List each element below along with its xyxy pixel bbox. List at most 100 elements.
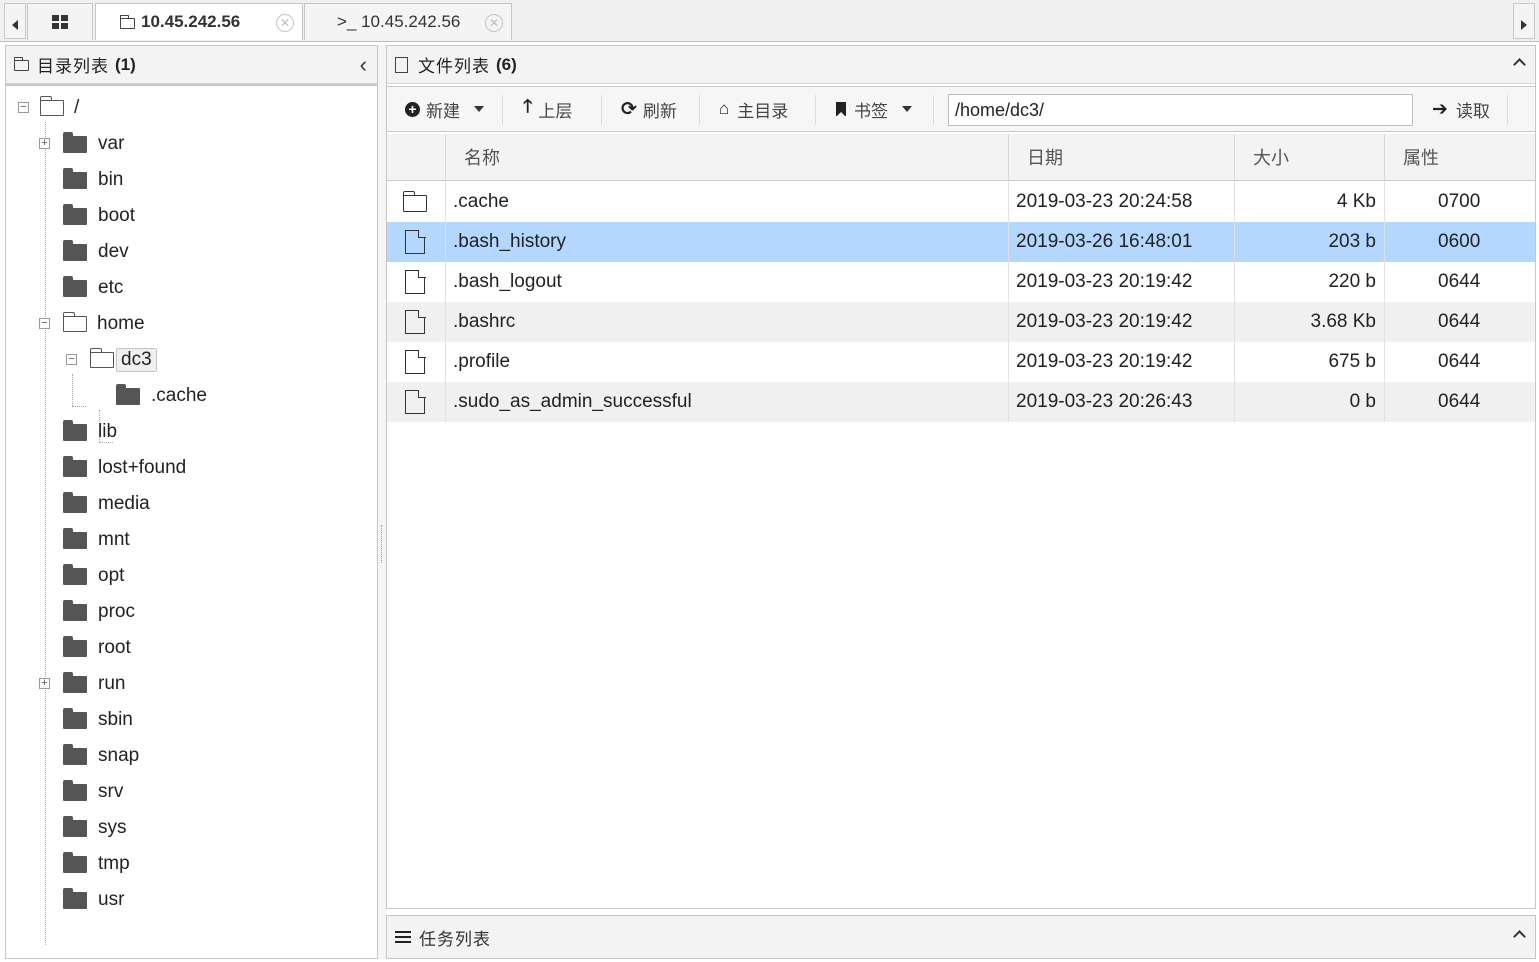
list-icon [395,930,411,944]
refresh-button[interactable]: ⟳ 刷新 [611,87,687,131]
tree-item-dc3[interactable]: − dc3 [66,346,157,374]
file-attr: 0644 [1384,302,1535,342]
file-icon [405,309,426,334]
tab-scroll-left-button[interactable] [4,3,26,39]
tree-item-label: srv [98,781,124,802]
file-attr: 0644 [1384,262,1535,302]
bookmark-icon [836,102,846,117]
new-button[interactable]: + 新建 [395,87,494,131]
expand-icon[interactable]: + [39,138,50,149]
tree-item-media[interactable]: media [63,490,150,518]
folder-icon [63,275,87,297]
tree-item-label: lib [98,421,118,442]
file-name: .bashrc [445,302,1008,342]
tab-scroll-right-button[interactable] [1513,3,1535,39]
home-button[interactable]: ⌂ 主目录 [709,87,798,131]
folder-icon [63,203,87,225]
refresh-icon: ⟳ [621,98,637,120]
file-attr: 0700 [1384,182,1535,222]
tree-item-var[interactable]: + var [39,130,124,158]
collapse-up-icon[interactable] [1513,56,1526,71]
tree-item-label: mnt [98,529,130,550]
file-date: 2019-03-23 20:19:42 [1008,262,1234,302]
tree-item-etc[interactable]: etc [63,274,123,302]
tree-item-proc[interactable]: proc [63,598,135,626]
tab-label: 10.45.242.56 [141,12,241,31]
table-row[interactable]: .profile 2019-03-23 20:19:42 675 b 0644 [387,342,1535,382]
expand-up-icon[interactable] [1513,928,1526,943]
folder-icon [116,383,140,405]
tree-item-sbin[interactable]: sbin [63,706,133,734]
expand-icon[interactable]: + [39,678,50,689]
up-button[interactable]: 🡑 上层 [513,87,582,131]
tree-item-root[interactable]: − / [18,94,79,122]
plus-circle-icon: + [405,101,420,117]
file-size: 4 Kb [1234,182,1384,222]
close-tab-icon[interactable]: ✕ [276,14,294,32]
tree-item-dev[interactable]: dev [63,238,129,266]
column-header-name[interactable]: 名称 [445,134,1008,180]
directory-panel: 目录列表 (1) ‹ − / + var bin boot dev etc − … [5,45,378,959]
file-size: 203 b [1234,222,1384,262]
bookmark-button[interactable]: 书签 [826,87,922,131]
arrow-right-icon: ➔ [1432,98,1448,120]
tree-item-run[interactable]: + run [39,670,125,698]
file-name: .bash_logout [445,262,1008,302]
close-tab-icon[interactable]: ✕ [485,14,503,32]
tree-item-bin[interactable]: bin [63,166,123,194]
collapse-left-icon[interactable]: ‹ [360,52,367,78]
caret-down-icon [474,106,484,112]
tree-item-label: sbin [98,709,133,730]
collapse-icon[interactable]: − [39,318,50,329]
tree-item-snap[interactable]: snap [63,742,139,770]
path-input[interactable] [948,94,1413,126]
column-header-size[interactable]: 大小 [1234,134,1384,180]
tree-item-lost-found[interactable]: lost+found [63,454,186,482]
table-row[interactable]: .bash_logout 2019-03-23 20:19:42 220 b 0… [387,262,1535,302]
tree-item-sys[interactable]: sys [63,814,127,842]
collapse-icon[interactable]: − [66,354,77,365]
table-row[interactable]: .sudo_as_admin_successful 2019-03-23 20:… [387,382,1535,422]
file-panel: 文件列表 (6) + 新建 🡑 上层 ⟳ 刷新 ⌂ 主目录 书签 /home/d… [386,45,1536,909]
column-header-attr[interactable]: 属性 [1384,134,1535,180]
tree-item-opt[interactable]: opt [63,562,124,590]
tree-item-tmp[interactable]: tmp [63,850,130,878]
directory-panel-header: 目录列表 (1) ‹ [6,46,377,84]
tab-dashboard[interactable] [27,3,93,40]
read-button[interactable]: ➔ 读取 [1422,87,1500,131]
tree-item-boot[interactable]: boot [63,202,135,230]
panel-splitter[interactable] [378,45,386,959]
tree-item-mnt[interactable]: mnt [63,526,130,554]
tree-item-label: lost+found [98,457,187,478]
tree-item-home[interactable]: − home [39,310,145,338]
file-attr: 0600 [1384,222,1535,262]
tree-item-srv[interactable]: srv [63,778,123,806]
tree-item-label: media [98,493,150,514]
table-row[interactable]: .bash_history 2019-03-26 16:48:01 203 b … [387,222,1535,262]
tree-item-label: tmp [98,853,130,874]
file-icon [405,389,426,414]
tree-item-root-dir[interactable]: root [63,634,131,662]
tree-item-usr[interactable]: usr [63,886,124,914]
file-date: 2019-03-23 20:26:43 [1008,382,1234,422]
collapse-icon[interactable]: − [18,102,29,113]
file-icon [405,269,426,294]
tab-terminal[interactable]: >_ 10.45.242.56 ✕ [304,3,512,40]
panel-title: 任务列表 [419,929,491,949]
file-size: 675 b [1234,342,1384,382]
folder-icon [63,599,87,621]
tree-item-cache[interactable]: .cache [116,382,207,410]
table-row[interactable]: .bashrc 2019-03-23 20:19:42 3.68 Kb 0644 [387,302,1535,342]
file-icon [405,349,426,374]
folder-icon [63,419,87,441]
folder-icon [14,57,29,71]
tree-item-lib[interactable]: lib [63,418,117,446]
tab-file-manager[interactable]: 10.45.242.56 ✕ [95,3,303,40]
tree-item-label: dc3 [116,348,157,372]
task-panel[interactable]: 任务列表 [386,915,1536,959]
column-header-date[interactable]: 日期 [1008,134,1234,180]
file-size: 3.68 Kb [1234,302,1384,342]
file-date: 2019-03-23 20:24:58 [1008,182,1234,222]
table-row[interactable]: .cache 2019-03-23 20:24:58 4 Kb 0700 [387,182,1535,222]
folder-icon [63,563,87,585]
